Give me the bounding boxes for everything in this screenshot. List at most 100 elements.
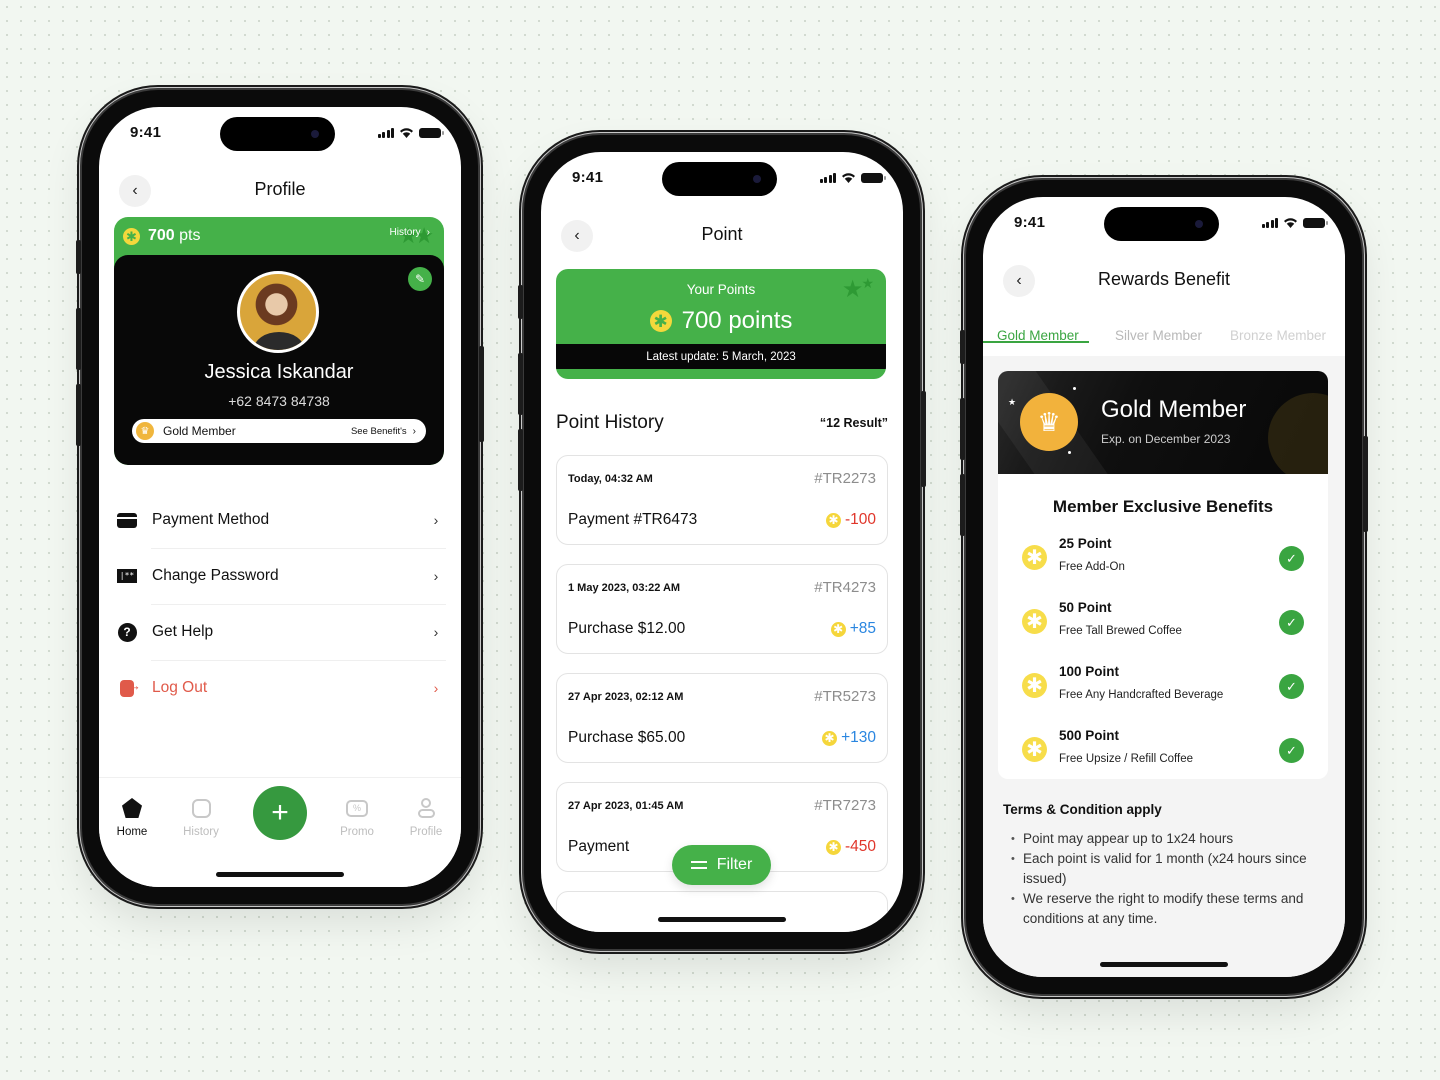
signal-icon [819,173,836,183]
rewards-body: ★ ♛ Gold Member Exp. on December 2023 Me… [983,356,1345,977]
transaction-row[interactable] [556,891,888,932]
benefit-points: 50 Point [1059,600,1112,615]
status-bar: 9:41 [983,197,1345,251]
benefit-item: ✱ 500 Point Free Upsize / Refill Coffee … [1022,728,1304,772]
terms-item: Each point is valid for 1 month (x24 hou… [1011,849,1325,889]
terms-section: Terms & Condition apply Point may appear… [1003,802,1325,929]
transaction-date: Today, 04:32 AM [568,473,653,485]
menu-item-payment-method[interactable]: Payment Method › [117,492,446,548]
power-button [1363,436,1368,532]
menu-item-get-help[interactable]: ? Get Help › [117,604,446,660]
home-indicator [216,872,344,877]
check-icon: ✓ [1279,674,1304,699]
benefit-item: ✱ 50 Point Free Tall Brewed Coffee ✓ [1022,600,1304,644]
see-benefits-link[interactable]: See Benefit's [351,426,407,437]
transaction-desc: Payment #TR6473 [568,511,698,528]
chevron-right-icon: › [433,512,439,528]
transaction-desc: Payment [568,838,630,855]
benefit-points: 500 Point [1059,728,1120,743]
chevron-right-icon: › [426,227,430,238]
your-points-card: ★★ Your Points ✱ 700 points Latest updat… [556,269,886,379]
tab-history[interactable]: History [171,796,231,838]
benefit-desc: Free Add-On [1059,561,1125,573]
chevron-right-icon: › [433,568,439,584]
profile-icon [396,796,456,820]
wifi-icon [841,172,856,183]
power-button [479,346,484,442]
action-button [960,330,965,364]
coin-icon: ✱ [123,227,140,245]
plus-icon: + [271,796,289,829]
home-indicator [1100,962,1228,967]
password-icon: |** [117,566,137,586]
volume-up-button [960,398,965,460]
bottom-tab-bar: Home History + % Promo Profile [99,777,461,887]
filter-button[interactable]: Filter [672,845,771,885]
promo-icon: % [327,796,387,820]
page-title: Point [701,224,743,244]
phone-rewards: 9:41 ‹ Rewards Benefit Gold Member Silve… [960,180,1368,994]
filter-icon [690,861,707,869]
power-button [921,391,926,487]
transaction-row[interactable]: 27 Apr 2023, 02:12 AM #TR5273 Purchase $… [556,673,888,763]
status-time: 9:41 [1014,214,1046,231]
rewards-screen: 9:41 ‹ Rewards Benefit Gold Member Silve… [983,197,1345,977]
result-count: “12 Result” [819,416,888,430]
coin-icon: ✱ [1022,673,1047,698]
wifi-icon [1283,217,1298,228]
crown-icon: ♛ [1020,393,1078,451]
membership-tier: Gold Member [163,424,236,438]
tier-expiry: Exp. on December 2023 [1101,432,1231,446]
tab-silver-member[interactable]: Silver Member [1115,322,1202,343]
coin-icon: ✱ [649,310,672,332]
transaction-points: +85 [849,620,876,637]
coin-icon: ✱ [830,621,846,637]
transaction-points: -450 [844,838,876,855]
transaction-row[interactable]: Today, 04:32 AM #TR2273 Payment #TR6473 … [556,455,888,545]
benefits-panel: Member Exclusive Benefits ✱ 25 Point Fre… [998,474,1328,779]
phone-profile: 9:41 ‹ Profile ✱ 700 pts ★★ History › ✎ … [76,90,484,904]
avatar [237,271,319,353]
history-link[interactable]: History › [390,227,430,238]
points-value: 700 pts [148,227,201,244]
points-value: 700 points [681,307,793,334]
tab-gold-member[interactable]: Gold Member [983,322,1089,343]
benefits-title: Member Exclusive Benefits [1052,497,1274,516]
tab-promo[interactable]: % Promo [327,796,387,838]
menu-item-change-password[interactable]: |** Change Password › [117,548,446,604]
benefit-desc: Free Any Handcrafted Beverage [1059,689,1224,701]
membership-pill[interactable]: ♛ Gold Member See Benefit's › [132,419,426,443]
menu-item-log-out[interactable]: Log Out › [117,660,446,716]
benefit-desc: Free Upsize / Refill Coffee [1059,753,1194,765]
coin-icon: ✱ [1022,545,1047,570]
status-time: 9:41 [130,124,162,141]
signal-icon [1261,218,1278,228]
volume-up-button [76,308,81,370]
profile-card: ✎ Jessica Iskandar +62 8473 84738 ♛ Gold… [114,255,444,465]
crown-watermark-icon [1268,393,1328,474]
credit-card-icon [117,510,137,530]
volume-down-button [960,474,965,536]
tab-bronze-member[interactable]: Bronze Member [1230,322,1326,343]
add-button[interactable]: + [253,786,307,840]
benefit-item: ✱ 100 Point Free Any Handcrafted Beverag… [1022,664,1304,708]
terms-item: We reserve the right to modify these ter… [1011,889,1325,929]
transaction-id: #TR2273 [814,470,876,487]
transaction-date: 1 May 2023, 03:22 AM [568,582,681,594]
tab-home[interactable]: Home [102,796,162,838]
crown-icon: ♛ [136,422,154,440]
latest-update: Latest update: 5 March, 2023 [556,344,886,369]
dynamic-island [662,162,777,196]
dynamic-island [220,117,335,151]
battery-icon [419,128,444,138]
home-indicator [658,917,786,922]
status-bar: 9:41 [99,107,461,161]
point-history-title: Point History [556,412,664,433]
tab-profile[interactable]: Profile [396,796,456,838]
edit-profile-button[interactable]: ✎ [408,267,432,291]
benefit-item: ✱ 25 Point Free Add-On ✓ [1022,536,1304,580]
transaction-row[interactable]: 1 May 2023, 03:22 AM #TR4273 Purchase $1… [556,564,888,654]
pencil-icon: ✎ [414,272,426,286]
home-icon [102,796,162,820]
user-name: Jessica Iskandar [204,361,354,383]
